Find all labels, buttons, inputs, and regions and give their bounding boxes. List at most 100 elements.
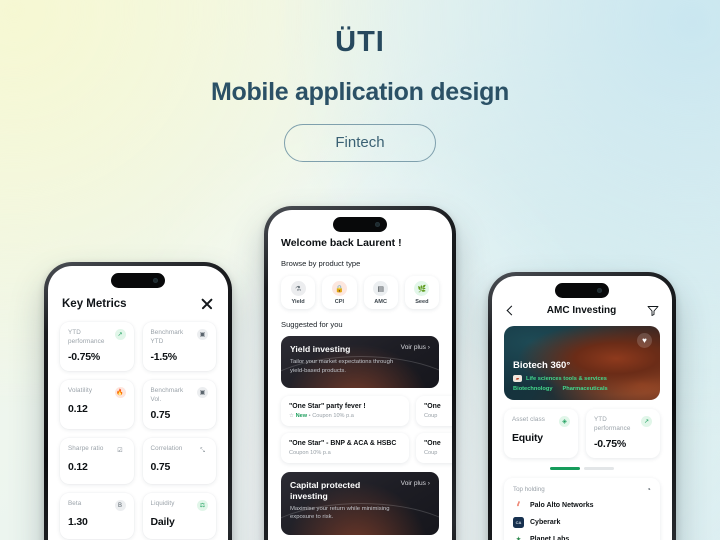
metric-label: Volatility	[68, 387, 93, 394]
top-holding-header: Top holding ◔	[513, 485, 651, 494]
check-square-icon: ☑	[117, 447, 123, 454]
chevron-right-icon: ›	[427, 480, 430, 488]
metric-label: Beta	[68, 500, 82, 507]
holding-item[interactable]: ✦ Planet Labs	[513, 533, 651, 540]
star-card-title: "One	[424, 440, 441, 448]
metric-card-top: Asset class ◈	[512, 416, 570, 427]
phone-left-key-metrics[interactable]: Key Metrics YTD performance ↗ -0.75% Ben…	[44, 262, 232, 540]
voir-plus-link[interactable]: Voir plus ›	[401, 480, 430, 487]
metric-label: Benchmark YTD	[150, 329, 184, 345]
capital-card-description: Maximise your return while minimising ex…	[290, 505, 390, 521]
coupon-text: Coupon 10% p.a	[312, 413, 354, 420]
leaf-icon: 🌿	[414, 281, 430, 296]
voir-plus-link[interactable]: Voir plus ›	[401, 344, 430, 351]
phone-screen: Key Metrics YTD performance ↗ -0.75% Ben…	[48, 266, 228, 540]
pie-chart-icon[interactable]: ◔	[646, 485, 651, 494]
metric-label: Benchmark Vol.	[150, 387, 184, 403]
yield-investing-card[interactable]: Yield investing Voir plus › Tailor your …	[281, 336, 439, 389]
category-pill-fintech[interactable]: Fintech	[284, 124, 436, 162]
chevron-right-icon: ›	[427, 344, 430, 351]
product-type-amc[interactable]: ▤ AMC	[363, 276, 398, 309]
metric-card[interactable]: Liquidity ⚖ Daily	[142, 493, 216, 539]
link-icon: ⤡	[200, 447, 205, 454]
holding-name: Planet Labs	[530, 535, 570, 540]
benchmark-icon: ▣	[197, 387, 208, 398]
product-type-cpi[interactable]: 🔒 CPI	[322, 276, 357, 309]
metric-value: 0.75	[150, 409, 171, 421]
product-type-label: CPI	[334, 299, 345, 305]
phone-frame: Welcome back Laurent ! Browse by product…	[264, 206, 456, 540]
metric-card-top: Beta B	[68, 500, 126, 511]
star-card[interactable]: "One Star" - BNP & ACA & HSBC Coupon 10%…	[281, 433, 409, 464]
metric-value: -0.75%	[68, 351, 101, 363]
phone-center-home[interactable]: Welcome back Laurent ! Browse by product…	[264, 206, 456, 540]
metric-label: YTD performance	[68, 329, 105, 345]
metric-card[interactable]: Beta B 1.30	[60, 493, 134, 539]
capital-protected-card[interactable]: Capital protected investing Voir plus › …	[281, 472, 439, 535]
hero-tag-row: ▰ Life sciences tools & services	[513, 375, 608, 382]
metric-card[interactable]: Correlation ⤡ 0.75	[142, 438, 216, 484]
hero-tag: Pharmaceuticals	[562, 386, 608, 392]
star-cards-scroller[interactable]: "One Star" party fever ! ☆ New • Coupon …	[281, 396, 452, 464]
close-icon[interactable]	[200, 297, 214, 311]
metric-card[interactable]: Benchmark YTD ▣ -1.5%	[142, 322, 216, 371]
trend-up-icon: ↗	[641, 416, 652, 427]
top-holding-label: Top holding	[513, 485, 545, 493]
pagination-indicator[interactable]	[492, 467, 672, 470]
pagination-dot[interactable]	[584, 467, 614, 470]
phone-right-amc[interactable]: AMC Investing ♥ Biotech 360° ▰ Life scie…	[488, 272, 676, 540]
holding-name: Palo Alto Networks	[530, 501, 594, 509]
metric-card-top: YTD performance ↗	[68, 329, 126, 346]
star-card[interactable]: "One Star" party fever ! ☆ New • Coupon …	[281, 396, 409, 427]
capital-card-title: Capital protected investing	[290, 480, 361, 501]
biotech-hero-card[interactable]: ♥ Biotech 360° ▰ Life sciences tools & s…	[504, 326, 660, 400]
metric-card-top: YTD performance ↗	[594, 416, 652, 433]
hero-main-tag: Life sciences tools & services	[526, 375, 607, 382]
metric-card[interactable]: Volatility 🔥 0.12	[60, 380, 134, 429]
metric-value: 0.75	[150, 461, 171, 473]
star-card-peek[interactable]: "One Coup	[416, 433, 452, 464]
metric-value: -1.5%	[150, 351, 178, 363]
metric-label: Sharpe ratio	[68, 445, 104, 452]
metric-label: Liquidity	[150, 500, 175, 507]
metric-value: Equity	[512, 432, 543, 444]
brand-title: ÜTI	[335, 26, 385, 58]
metric-card-ytd[interactable]: YTD performance ↗ -0.75%	[586, 409, 660, 458]
beta-icon: B	[114, 500, 126, 511]
chevron-left-icon[interactable]	[505, 305, 516, 316]
star-card-peek[interactable]: "One Coup	[416, 396, 452, 427]
metric-label: Asset class	[512, 416, 545, 423]
meta-separator: •	[308, 413, 311, 420]
dynamic-island	[333, 217, 387, 232]
metric-card-top: Sharpe ratio ☑	[68, 445, 126, 456]
pagination-dot-active[interactable]	[550, 467, 580, 470]
metric-label: YTD performance	[594, 416, 631, 432]
top-holding-card: Top holding ◔ ⫽ Palo Alto Networks CA Cy…	[504, 477, 660, 540]
filter-funnel-icon[interactable]	[647, 305, 659, 316]
metric-card[interactable]: Sharpe ratio ☑ 0.12	[60, 438, 134, 484]
metric-card[interactable]: Benchmark Vol. ▣ 0.75	[142, 380, 216, 429]
star-card-title: "One	[424, 403, 441, 411]
greeting-title: Welcome back Laurent !	[281, 237, 402, 249]
metric-card-asset-class[interactable]: Asset class ◈ Equity	[504, 409, 578, 458]
palo-alto-logo: ⫽	[513, 499, 524, 511]
product-type-label: Yield	[291, 299, 305, 305]
phone-screen: AMC Investing ♥ Biotech 360° ▰ Life scie…	[492, 276, 672, 540]
holding-item[interactable]: CA Cyberark	[513, 516, 651, 528]
holding-item[interactable]: ⫽ Palo Alto Networks	[513, 499, 651, 511]
heart-icon[interactable]: ♥	[637, 333, 652, 348]
key-metrics-title: Key Metrics	[62, 298, 127, 310]
metric-card-top: Liquidity ⚖	[150, 500, 208, 511]
product-type-yield[interactable]: ⚗ Yield	[281, 276, 316, 309]
star-card-title: "One Star" party fever !	[289, 403, 366, 411]
metric-card-top: Volatility 🔥	[68, 387, 126, 398]
hero-title: Biotech 360°	[513, 360, 571, 371]
dynamic-island	[111, 273, 165, 288]
amc-metric-row: Asset class ◈ Equity YTD performance ↗ -…	[492, 400, 672, 458]
product-type-seed[interactable]: 🌿 Seed	[404, 276, 439, 309]
briefcase-icon: ▰	[513, 375, 522, 382]
home-content: Welcome back Laurent ! Browse by product…	[268, 210, 452, 535]
metric-card[interactable]: YTD performance ↗ -0.75%	[60, 322, 134, 371]
new-badge: New	[295, 413, 308, 420]
planet-labs-logo: ✦	[513, 533, 524, 540]
